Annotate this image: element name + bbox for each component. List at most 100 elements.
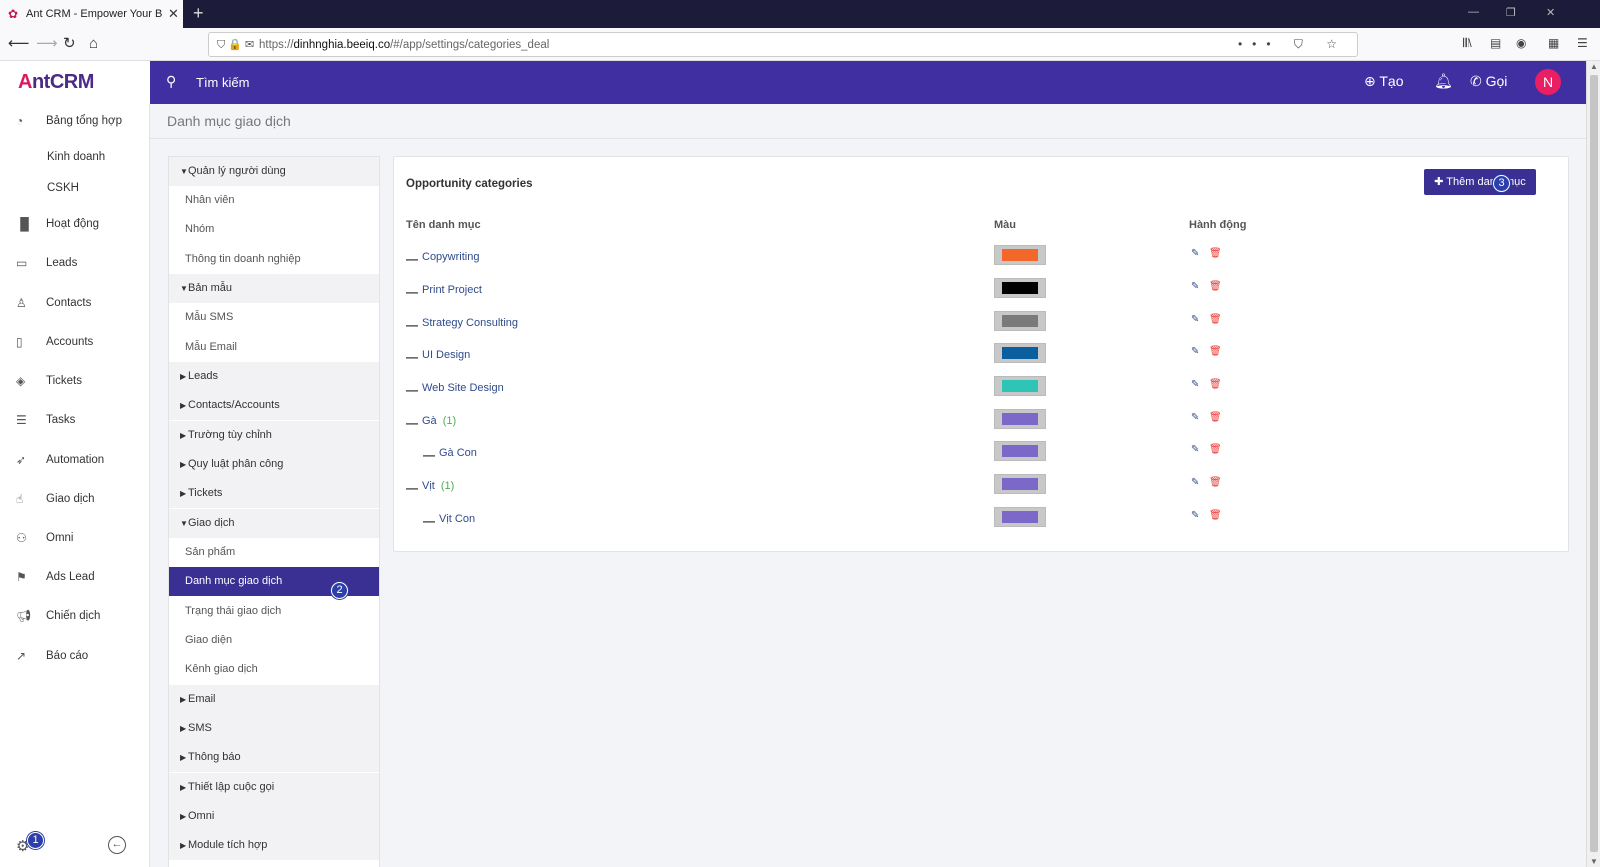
trash-icon[interactable]: 🗑︎ — [1209, 314, 1222, 325]
nav-deals[interactable]: ☝ Giao dịch — [0, 484, 150, 514]
edit-icon[interactable]: ✎ — [1191, 412, 1199, 423]
nav-accounts[interactable]: ▯ Accounts — [0, 327, 150, 357]
search-input[interactable]: Tìm kiếm — [196, 75, 249, 90]
edit-icon[interactable]: ✎ — [1191, 510, 1199, 521]
category-name[interactable]: UI Design — [422, 349, 470, 361]
url-actions-icons[interactable]: ••• ⛉ ☆ — [1238, 37, 1347, 52]
sidebar-toggle-icon[interactable]: ▤ — [1490, 36, 1501, 50]
close-window-icon[interactable]: ✕ — [1546, 6, 1555, 19]
color-swatch[interactable] — [994, 409, 1046, 429]
menu-group-deals[interactable]: ▼Giao dịch — [169, 509, 379, 538]
call-button[interactable]: ✆ Gọi — [1470, 73, 1507, 90]
extensions-icon[interactable]: ▦ — [1548, 36, 1559, 50]
menu-group-tickets[interactable]: ▶ Tickets — [169, 479, 379, 508]
category-name[interactable]: Web Site Design — [422, 382, 504, 394]
menu-item-company-info[interactable]: Thông tin doanh nghiệp — [169, 245, 379, 274]
bell-icon[interactable]: 🔔︎ — [1434, 72, 1453, 90]
nav-ads-lead[interactable]: ⚑ Ads Lead — [0, 562, 150, 592]
back-icon[interactable]: ⟵ — [8, 35, 30, 53]
collapse-dash-icon[interactable]: — — [406, 481, 418, 495]
menu-group-contacts[interactable]: ▶ Contacts/Accounts — [169, 391, 379, 420]
category-name[interactable]: Gà (1) — [422, 415, 456, 427]
menu-group-notifications[interactable]: ▶ Thông báo — [169, 743, 379, 772]
edit-icon[interactable]: ✎ — [1191, 379, 1199, 390]
color-swatch[interactable] — [994, 474, 1046, 494]
trash-icon[interactable]: 🗑︎ — [1209, 379, 1222, 390]
menu-group-assign-rules[interactable]: ▶ Quy luật phân công — [169, 450, 379, 479]
collapse-dash-icon[interactable]: — — [406, 416, 418, 430]
menu-group-templates[interactable]: ▼Bản mẫu — [169, 274, 379, 303]
edit-icon[interactable]: ✎ — [1191, 444, 1199, 455]
nav-omni[interactable]: ⚇ Omni — [0, 523, 150, 553]
browser-tab[interactable]: ✿ Ant CRM - Empower Your Busi ✕ — [0, 0, 183, 28]
edit-icon[interactable]: ✎ — [1191, 346, 1199, 357]
trash-icon[interactable]: 🗑︎ — [1209, 281, 1222, 292]
nav-dashboard[interactable]: ◔ Bảng tổng hợp — [0, 106, 150, 136]
trash-icon[interactable]: 🗑︎ — [1209, 412, 1222, 423]
category-name[interactable]: Gà Con — [439, 447, 477, 459]
forward-icon[interactable]: ⟶ — [36, 35, 58, 53]
reload-icon[interactable]: ↻ — [63, 35, 76, 53]
nav-automation[interactable]: ➶ Automation — [0, 445, 150, 475]
nav-tickets[interactable]: ◈ Tickets — [0, 366, 150, 396]
new-tab-icon[interactable]: + — [193, 3, 204, 24]
color-swatch[interactable] — [994, 507, 1046, 527]
collapse-dash-icon[interactable]: — — [423, 514, 435, 528]
collapse-dash-icon[interactable]: — — [406, 252, 418, 266]
scroll-down-icon[interactable]: ▼ — [1590, 857, 1598, 866]
menu-item-staff[interactable]: Nhân viên — [169, 186, 379, 215]
menu-group-modules[interactable]: ▶ Module tích hợp — [169, 831, 379, 860]
edit-icon[interactable]: ✎ — [1191, 248, 1199, 259]
category-name[interactable]: Vịt (1) — [422, 480, 454, 492]
edit-icon[interactable]: ✎ — [1191, 281, 1199, 292]
close-tab-icon[interactable]: ✕ — [168, 6, 179, 22]
menu-item-interface[interactable]: Giao diện — [169, 626, 379, 655]
menu-item-email-template[interactable]: Mẫu Email — [169, 333, 379, 362]
menu-item-sms-template[interactable]: Mẫu SMS — [169, 303, 379, 332]
nav-campaigns[interactable]: 📢︎ Chiến dịch — [0, 601, 150, 631]
page-scrollbar[interactable]: ▲ ▼ — [1586, 61, 1600, 867]
menu-group-users[interactable]: ▼Quản lý người dùng — [169, 157, 379, 186]
edit-icon[interactable]: ✎ — [1191, 477, 1199, 488]
color-swatch[interactable] — [994, 278, 1046, 298]
add-category-button[interactable]: ✚ Thêm danh mục — [1424, 169, 1536, 195]
collapse-dash-icon[interactable]: — — [406, 383, 418, 397]
menu-item-deal-channels[interactable]: Kênh giao dịch — [169, 655, 379, 684]
menu-item-team[interactable]: Nhóm — [169, 215, 379, 244]
create-button[interactable]: ⊕ Tạo — [1364, 73, 1404, 90]
category-name[interactable]: Vịt Con — [439, 513, 475, 525]
trash-icon[interactable]: 🗑︎ — [1209, 510, 1222, 521]
collapse-sidebar-icon[interactable]: ← — [108, 836, 126, 854]
nav-activity[interactable]: ▐▌ Hoạt động — [0, 209, 150, 239]
home-icon[interactable]: ⌂ — [89, 35, 98, 53]
category-name[interactable]: Strategy Consulting — [422, 317, 518, 329]
search-icon[interactable]: ⚲ — [166, 73, 176, 90]
menu-group-call-settings[interactable]: ▶ Thiết lập cuộc gọi — [169, 773, 379, 802]
edit-icon[interactable]: ✎ — [1191, 314, 1199, 325]
avatar[interactable]: N — [1535, 69, 1561, 95]
library-icon[interactable]: 𝄃𝄃\ — [1463, 36, 1472, 51]
menu-item-products[interactable]: Sản phẩm — [169, 538, 379, 567]
nav-contacts[interactable]: ♙ Contacts — [0, 288, 150, 318]
menu-item-deal-status[interactable]: Trạng thái giao dịch — [169, 597, 379, 626]
url-bar[interactable]: ⛉ 🔒 ✉ https://dinhnghia.beeiq.co/#/app/s… — [208, 32, 1358, 57]
menu-group-leads[interactable]: ▶ Leads — [169, 362, 379, 391]
category-name[interactable]: Print Project — [422, 284, 482, 296]
nav-leads[interactable]: ▭ Leads — [0, 248, 150, 278]
scrollbar-thumb[interactable] — [1590, 75, 1598, 852]
trash-icon[interactable]: 🗑︎ — [1209, 477, 1222, 488]
collapse-dash-icon[interactable]: — — [423, 448, 435, 462]
restore-icon[interactable]: ❐ — [1506, 6, 1516, 19]
color-swatch[interactable] — [994, 311, 1046, 331]
collapse-dash-icon[interactable]: — — [406, 285, 418, 299]
collapse-dash-icon[interactable]: — — [406, 318, 418, 332]
antcrm-logo[interactable]: AntCRM — [0, 61, 150, 104]
color-swatch[interactable] — [994, 343, 1046, 363]
color-swatch[interactable] — [994, 441, 1046, 461]
menu-icon[interactable]: ☰ — [1577, 36, 1588, 50]
trash-icon[interactable]: 🗑︎ — [1209, 248, 1222, 259]
trash-icon[interactable]: 🗑︎ — [1209, 444, 1222, 455]
minimize-icon[interactable]: — — [1468, 6, 1479, 18]
category-name[interactable]: Copywriting — [422, 251, 479, 263]
nav-business[interactable]: Kinh doanh — [0, 142, 150, 172]
